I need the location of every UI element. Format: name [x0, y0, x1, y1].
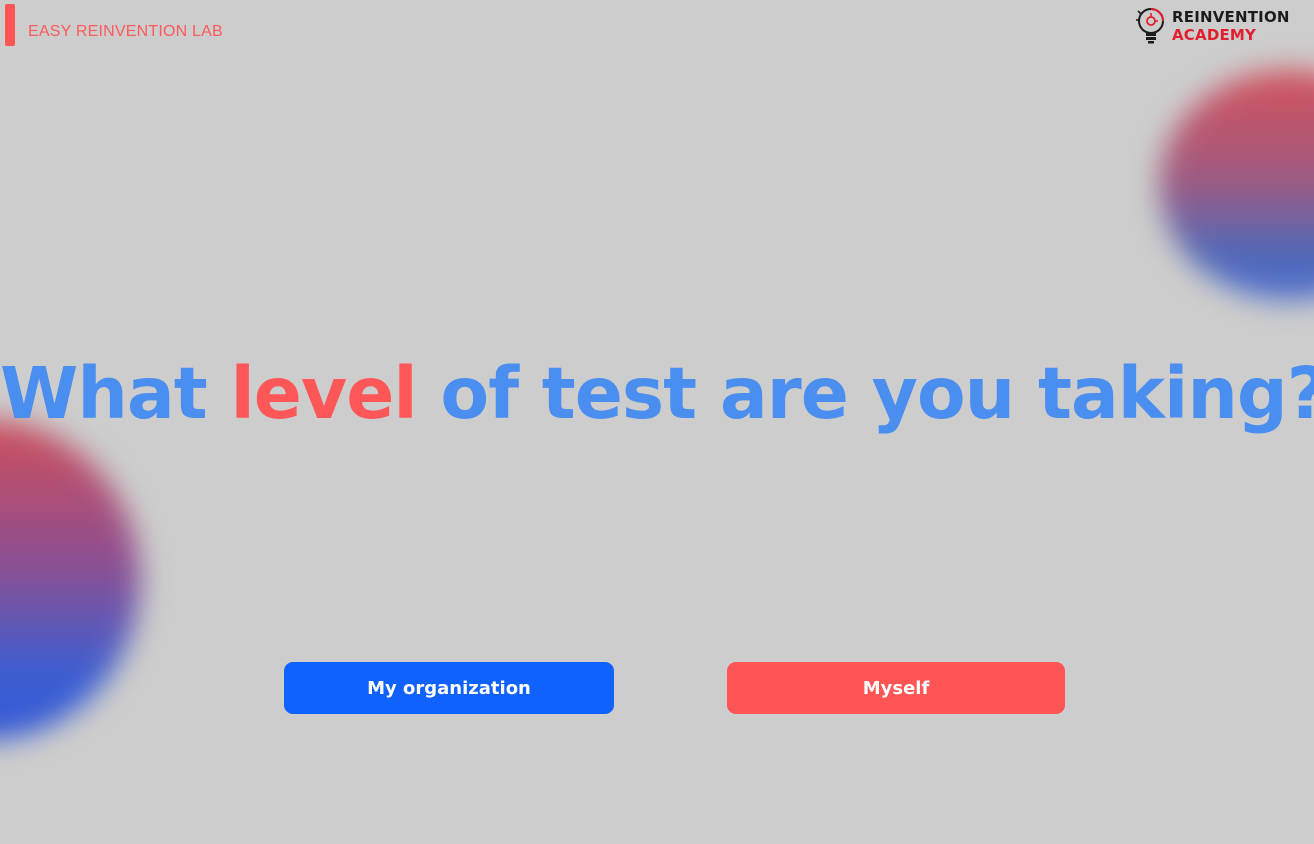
decorative-orb-right	[1160, 70, 1314, 300]
logo-text-line1: REINVENTION	[1172, 8, 1290, 26]
logo-text-line2: ACADEMY	[1172, 26, 1257, 44]
lightbulb-icon	[1136, 8, 1164, 44]
my-organization-button[interactable]: My organization	[284, 662, 614, 714]
academy-logo[interactable]: REINVENTION ACADEMY	[1134, 5, 1304, 47]
page-title: What level of test are you taking?	[0, 352, 1314, 435]
title-part-before: What	[0, 352, 231, 435]
page: EASY REINVENTION LAB REINVENTION ACADEMY…	[0, 0, 1314, 844]
decorative-orb-left	[0, 420, 140, 740]
title-part-after: of test are you taking?	[416, 352, 1314, 435]
brand-accent-bar	[5, 4, 15, 46]
myself-button[interactable]: Myself	[727, 662, 1065, 714]
title-highlight: level	[230, 352, 417, 435]
brand-label: EASY REINVENTION LAB	[28, 23, 223, 40]
